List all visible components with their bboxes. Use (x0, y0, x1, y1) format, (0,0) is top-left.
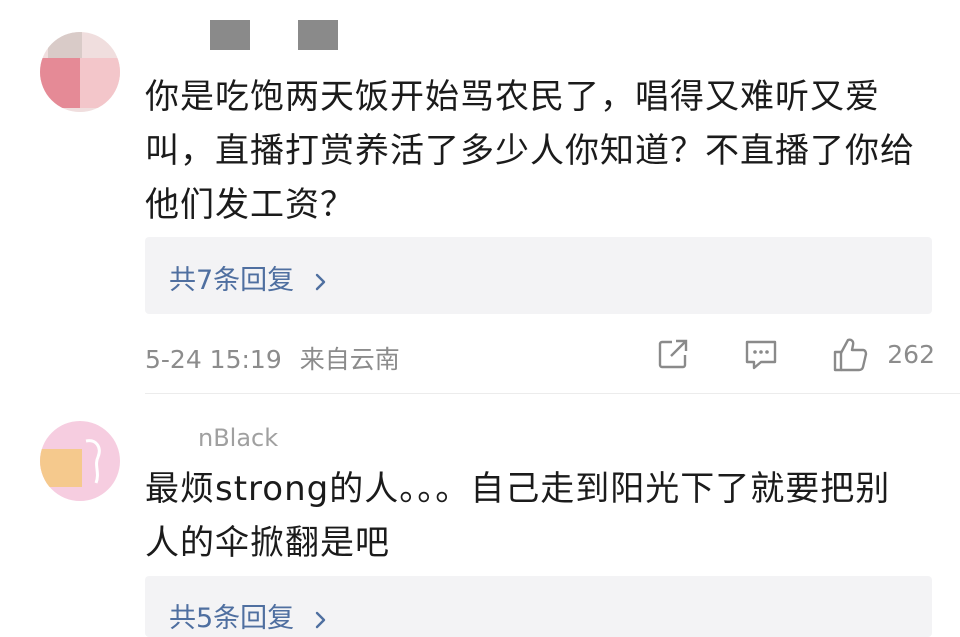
chevron-right-icon (315, 611, 325, 628)
comment-1: 你是吃饱两天饭开始骂农民了，唱得又难听又爱 叫，直播打赏养活了多少人你知道？不直… (0, 0, 960, 395)
comment-meta: 5-24 15:19 来自云南 262 (145, 336, 935, 376)
replies-box[interactable]: 共7条回复 (145, 237, 932, 314)
username-text[interactable]: nBlack (198, 424, 278, 452)
comment-text-line: 他们发工资？ (145, 185, 355, 225)
comment-text: 最烦strong的人。。。自己走到阳光下了就要把别 人的伞掀翻是吧 (145, 462, 935, 570)
replies-link[interactable]: 共7条回复 (169, 258, 329, 297)
time-text: 5-24 15:19 (145, 345, 282, 374)
chevron-right-icon (315, 273, 325, 290)
comment-text: 你是吃饱两天饭开始骂农民了，唱得又难听又爱 叫，直播打赏养活了多少人你知道？不直… (145, 70, 935, 232)
username[interactable]: nBlack (148, 424, 278, 456)
avatar[interactable] (40, 32, 120, 112)
comment-text-line: 最烦strong的人。。。自己走到阳光下了就要把别 (145, 469, 891, 509)
comment-text-line: 你是吃饱两天饭开始骂农民了，唱得又难听又爱 (145, 77, 880, 117)
thumbs-up-icon[interactable] (831, 336, 869, 374)
comment-text-line: 人的伞掀翻是吧 (145, 523, 390, 563)
location-text: 来自云南 (299, 345, 400, 374)
timestamp: 5-24 15:19 来自云南 (145, 340, 400, 376)
replies-count-label[interactable]: 共7条回复 (169, 265, 294, 296)
comment-2: nBlack 最烦strong的人。。。自己走到阳光下了就要把别 人的伞掀翻是吧… (0, 395, 960, 637)
replies-link[interactable]: 共5条回复 (169, 596, 329, 635)
replies-count-label[interactable]: 共5条回复 (169, 603, 294, 634)
comment-divider (145, 393, 960, 394)
replies-box[interactable]: 共5条回复 (145, 576, 932, 637)
comment-text-line: 叫，直播打赏养活了多少人你知道？不直播了你给 (145, 131, 915, 171)
like-count: 262 (887, 340, 935, 369)
share-icon[interactable] (655, 336, 691, 372)
username[interactable] (148, 20, 338, 52)
avatar-figure (85, 439, 101, 484)
comment-icon[interactable] (743, 336, 779, 372)
avatar[interactable] (40, 421, 120, 501)
